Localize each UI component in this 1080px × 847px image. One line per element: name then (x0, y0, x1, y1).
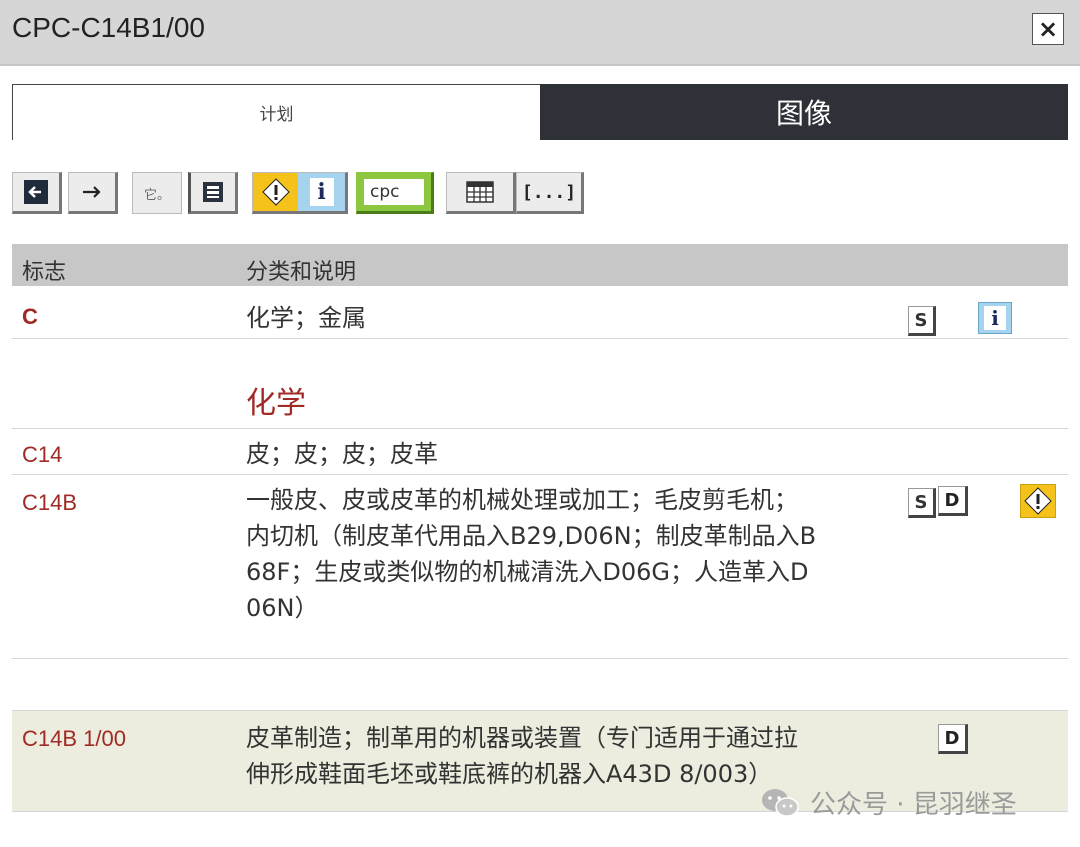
scheme-icon[interactable]: S (908, 306, 936, 336)
more-button[interactable]: [...] (516, 172, 584, 214)
other-button[interactable]: 它。 (132, 172, 182, 214)
header-symbol: 标志 (22, 260, 67, 285)
arrow-left-icon (23, 179, 49, 205)
row-desc-c14: 皮；皮；皮；皮革 (246, 440, 438, 468)
forward-button[interactable] (68, 172, 118, 214)
info-button[interactable]: i (298, 173, 345, 211)
desc-line: 68F；生皮或类似物的机械清洗入D06G；人造革入D (246, 558, 809, 586)
warning-icon (261, 177, 291, 207)
table-header: 标志 分类和说明 (12, 244, 1068, 286)
warning-button[interactable] (253, 173, 299, 211)
grid-icon (466, 181, 494, 203)
definition-icon[interactable]: D (938, 486, 968, 516)
cpc-icon: cpc (364, 179, 424, 205)
definition-icon[interactable]: D (938, 724, 968, 754)
row-symbol-c14[interactable]: C14 (22, 442, 62, 468)
title-bar: CPC-C14B1/00 × (0, 0, 1080, 66)
tree-icon (201, 180, 225, 204)
tab-plan[interactable]: 计划 (12, 84, 540, 140)
warning-glyph (1024, 487, 1052, 515)
ellipsis-icon: [...] (521, 181, 577, 203)
row-desc-c14b-1-00: 皮革制造；制革用的机器或装置（专门适用于通过拉 伸形成鞋面毛坯或鞋底裤的机器入A… (246, 720, 798, 792)
row-divider (12, 428, 1068, 429)
info-icon-glyph: i (984, 306, 1006, 330)
window-title: CPC-C14B1/00 (12, 12, 205, 43)
back-button[interactable] (12, 172, 62, 214)
desc-line: 皮革制造；制革用的机器或装置（专门适用于通过拉 (246, 724, 798, 752)
tab-bar: 计划 图像 (12, 84, 1068, 140)
row-symbol-c[interactable]: C (22, 304, 38, 330)
close-button[interactable]: × (1032, 13, 1064, 45)
row-desc-c14b: 一般皮、皮或皮革的机械处理或加工；毛皮剪毛机； 内切机（制皮革代用品入B29,D… (246, 482, 816, 626)
section-title: 化学 (246, 386, 306, 421)
warning-info-group: i (252, 172, 348, 214)
row-divider (12, 474, 1068, 475)
scheme-icon[interactable]: S (908, 488, 936, 518)
warning-icon[interactable] (1020, 484, 1056, 518)
row-divider (12, 658, 1068, 659)
info-icon[interactable]: i (978, 302, 1012, 334)
watermark: 公众号 · 昆羽继圣 (760, 784, 1017, 821)
arrow-right-icon (80, 182, 104, 202)
tab-image[interactable]: 图像 (540, 84, 1068, 140)
tree-button[interactable] (188, 172, 238, 214)
toolbar: 它。 i cpc [...] (12, 172, 612, 216)
row-divider (12, 338, 1068, 339)
text-icon: 它。 (143, 187, 170, 203)
desc-line: 06N） (246, 594, 319, 622)
watermark-text: 公众号 · 昆羽继圣 (810, 790, 1017, 820)
desc-line: 内切机（制皮革代用品入B29,D06N；制皮革制品入B (246, 522, 817, 550)
row-desc-c: 化学；金属 (246, 304, 366, 332)
row-symbol-c14b[interactable]: C14B (22, 490, 77, 516)
cpc-button[interactable]: cpc (356, 172, 434, 214)
header-description: 分类和说明 (246, 260, 357, 285)
desc-line: 一般皮、皮或皮革的机械处理或加工；毛皮剪毛机； (246, 486, 798, 514)
wechat-icon (760, 787, 800, 819)
row-symbol-c14b-1-00[interactable]: C14B 1/00 (22, 726, 126, 752)
desc-line: 伸形成鞋面毛坯或鞋底裤的机器入A43D 8/003） (246, 760, 773, 788)
info-icon: i (309, 178, 334, 206)
table-button[interactable] (446, 172, 516, 214)
